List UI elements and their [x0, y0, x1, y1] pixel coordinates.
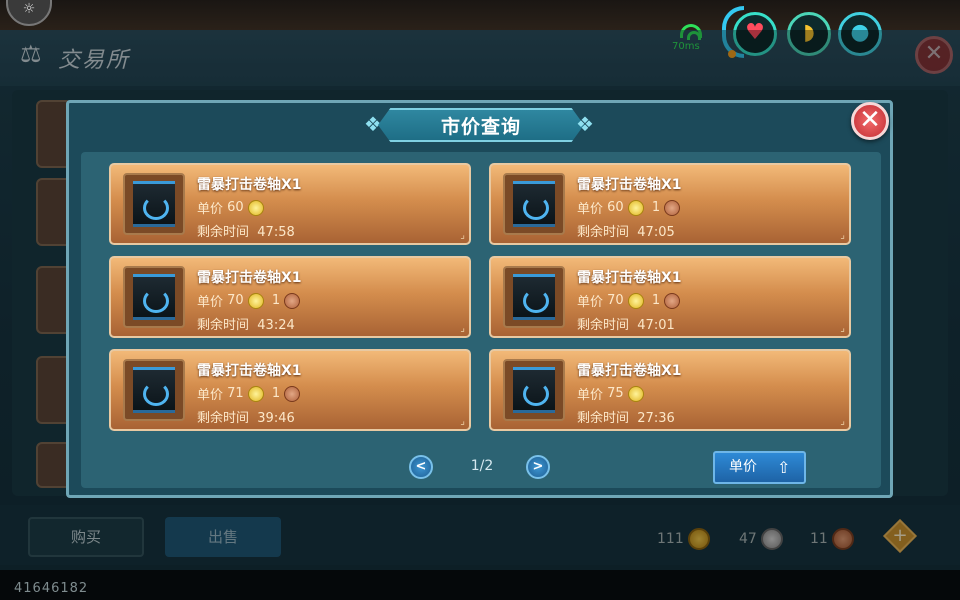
copper-price: 1: [651, 293, 661, 308]
copper-coin-icon: [284, 385, 301, 402]
time-label: 剩余时间: [197, 225, 250, 240]
next-page-button[interactable]: >: [526, 455, 550, 479]
time-remaining: 47:58: [257, 225, 295, 240]
price-row: 单价 75: [577, 384, 648, 403]
gold-price: 60: [607, 200, 624, 215]
listing-card[interactable]: 雷暴打击卷轴X1 单价 71 1 剩余时间 39:46 ⌟: [109, 349, 471, 431]
copper-price: 1: [651, 200, 661, 215]
item-thumbnail: [123, 173, 185, 235]
time-row: 剩余时间 47:01: [577, 314, 675, 333]
gold-coin-icon: [627, 385, 644, 402]
gold-coin-icon: [247, 292, 264, 309]
prev-page-button[interactable]: <: [409, 455, 433, 479]
gold-coin-icon: [247, 199, 264, 216]
scroll-icon: [513, 367, 555, 413]
gold-coin-icon: [247, 385, 264, 402]
gold-price: 70: [227, 293, 244, 308]
price-row: 单价 71 1: [197, 384, 304, 403]
copper-coin-icon: [664, 199, 681, 216]
gold-coin-icon: [627, 199, 644, 216]
copper-coin-icon: [284, 292, 301, 309]
sort-by-price-button[interactable]: 单价 ⇧: [713, 451, 806, 484]
time-remaining: 43:24: [257, 318, 295, 333]
corner-mark-icon: ⌟: [460, 416, 465, 427]
price-row: 单价 60: [197, 198, 268, 217]
item-thumbnail: [123, 359, 185, 421]
item-name: 雷暴打击卷轴X1: [577, 270, 682, 286]
time-label: 剩余时间: [577, 318, 630, 333]
item-name: 雷暴打击卷轴X1: [577, 363, 682, 379]
price-row: 单价 60 1: [577, 198, 684, 217]
user-id: 41646182: [14, 581, 89, 596]
time-row: 剩余时间 27:36: [577, 407, 675, 426]
chevron-left-icon: <: [415, 459, 427, 474]
listing-card[interactable]: 雷暴打击卷轴X1 单价 75 剩余时间 27:36 ⌟: [489, 349, 851, 431]
time-row: 剩余时间 39:46: [197, 407, 295, 426]
chevron-right-icon: >: [532, 459, 544, 474]
corner-mark-icon: ⌟: [460, 323, 465, 334]
corner-mark-icon: ⌟: [840, 416, 845, 427]
price-label: 单价: [197, 295, 224, 310]
page-indicator: 1/2: [470, 458, 494, 474]
time-remaining: 27:36: [637, 411, 675, 426]
listing-card[interactable]: 雷暴打击卷轴X1 单价 60 剩余时间 47:58 ⌟: [109, 163, 471, 245]
listing-card[interactable]: 雷暴打击卷轴X1 单价 70 1 剩余时间 47:01 ⌟: [489, 256, 851, 338]
sort-up-icon: ⇧: [777, 458, 791, 477]
corner-mark-icon: ⌟: [840, 230, 845, 241]
gold-price: 60: [227, 200, 244, 215]
scroll-icon: [513, 274, 555, 320]
gold-price: 71: [227, 386, 244, 401]
item-thumbnail: [123, 266, 185, 328]
item-thumbnail: [503, 359, 565, 421]
time-label: 剩余时间: [577, 225, 630, 240]
corner-mark-icon: ⌟: [840, 323, 845, 334]
copper-price: 1: [271, 293, 281, 308]
close-icon[interactable]: ✕: [851, 102, 889, 140]
time-remaining: 39:46: [257, 411, 295, 426]
bottom-strip: [0, 570, 960, 600]
sort-label: 单价: [729, 459, 757, 475]
time-row: 剩余时间 47:05: [577, 221, 675, 240]
price-label: 单价: [577, 388, 604, 403]
price-label: 单价: [577, 295, 604, 310]
item-name: 雷暴打击卷轴X1: [197, 270, 302, 286]
time-label: 剩余时间: [197, 411, 250, 426]
time-row: 剩余时间 43:24: [197, 314, 295, 333]
modal-title: 市价查询: [440, 116, 521, 138]
item-name: 雷暴打击卷轴X1: [197, 363, 302, 379]
time-remaining: 47:01: [637, 318, 675, 333]
price-label: 单价: [197, 202, 224, 217]
item-name: 雷暴打击卷轴X1: [577, 177, 682, 193]
ornament-right-icon: ❖: [576, 112, 594, 136]
copper-coin-icon: [664, 292, 681, 309]
item-name: 雷暴打击卷轴X1: [197, 177, 302, 193]
item-thumbnail: [503, 266, 565, 328]
scroll-icon: [513, 181, 555, 227]
gold-coin-icon: [627, 292, 644, 309]
gold-price: 75: [607, 386, 624, 401]
copper-price: 1: [271, 386, 281, 401]
time-label: 剩余时间: [577, 411, 630, 426]
time-label: 剩余时间: [197, 318, 250, 333]
scroll-icon: [133, 274, 175, 320]
gold-price: 70: [607, 293, 624, 308]
price-label: 单价: [577, 202, 604, 217]
corner-mark-icon: ⌟: [460, 230, 465, 241]
price-row: 单价 70 1: [577, 291, 684, 310]
listing-card[interactable]: 雷暴打击卷轴X1 单价 60 1 剩余时间 47:05 ⌟: [489, 163, 851, 245]
price-row: 单价 70 1: [197, 291, 304, 310]
scroll-icon: [133, 367, 175, 413]
listing-card[interactable]: 雷暴打击卷轴X1 单价 70 1 剩余时间 43:24 ⌟: [109, 256, 471, 338]
item-thumbnail: [503, 173, 565, 235]
scroll-icon: [133, 181, 175, 227]
time-remaining: 47:05: [637, 225, 675, 240]
time-row: 剩余时间 47:58: [197, 221, 295, 240]
price-label: 单价: [197, 388, 224, 403]
